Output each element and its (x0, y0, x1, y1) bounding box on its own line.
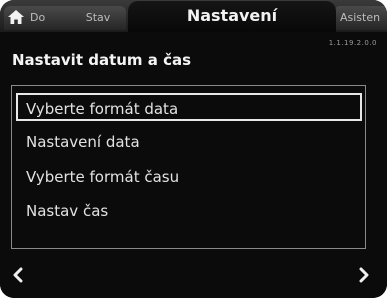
tab-stav-label: Stav (85, 11, 111, 24)
chevron-right-icon (359, 267, 369, 283)
tab-nastaveni[interactable]: Nastavení (128, 1, 336, 32)
menu-item-date-format[interactable]: Vyberte formát data (16, 93, 362, 121)
menu-item-label: Vyberte formát času (26, 168, 180, 186)
tab-asistent-label: Asisten (340, 11, 381, 24)
menu-item-time-format[interactable]: Vyberte formát času (18, 163, 348, 191)
page-title: Nastavit datum a čas (12, 51, 192, 69)
device-screen: Do Stav Asisten Nastavení 1.1.19.2.0.0 N… (0, 0, 387, 298)
tab-nastaveni-label: Nastavení (186, 6, 278, 25)
tab-home-label: Do (30, 11, 46, 24)
menu-item-label: Nastavení data (26, 133, 140, 151)
tab-stav[interactable]: Stav (70, 6, 126, 30)
menu-item-label: Nastav čas (26, 202, 109, 220)
tab-bar: Do Stav Asisten Nastavení (0, 0, 387, 32)
back-button[interactable] (12, 266, 24, 286)
home-icon (8, 9, 24, 24)
tab-home[interactable]: Do (4, 6, 80, 30)
chevron-left-icon (13, 267, 23, 283)
menu-item-set-time[interactable]: Nastav čas (18, 197, 348, 225)
menu-item-label: Vyberte formát data (26, 100, 179, 118)
tab-asistent[interactable]: Asisten (334, 6, 387, 30)
menu-list: Vyberte formát data Nastavení data Vyber… (11, 85, 366, 249)
forward-button[interactable] (358, 266, 370, 286)
menu-item-set-date[interactable]: Nastavení data (18, 128, 348, 156)
version-label: 1.1.19.2.0.0 (328, 39, 377, 47)
nav-bar (0, 260, 387, 298)
